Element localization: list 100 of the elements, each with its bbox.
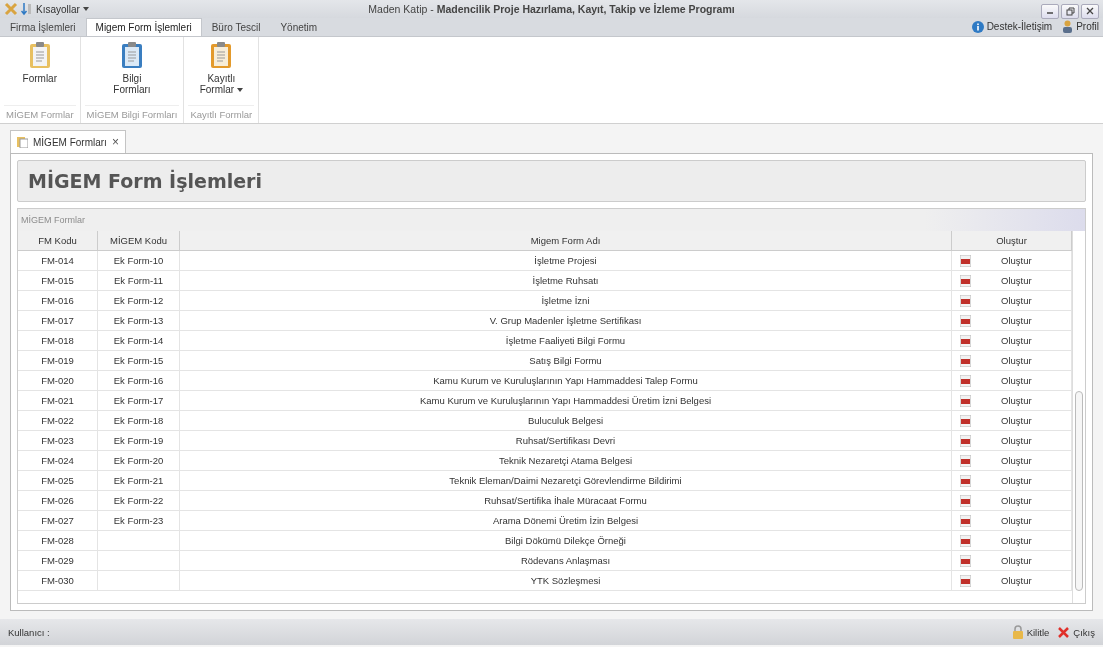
caret-icon xyxy=(237,88,244,93)
create-link[interactable]: Oluştur xyxy=(1001,375,1032,386)
ribbon-tab[interactable]: Firma İşlemleri xyxy=(0,18,86,36)
table-cell: FM-014 xyxy=(18,251,98,270)
table-cell: FM-021 xyxy=(18,391,98,410)
close-button[interactable] xyxy=(1081,3,1099,19)
create-link[interactable]: Oluştur xyxy=(1001,415,1032,426)
pdf-icon xyxy=(960,534,971,547)
table-cell: FM-023 xyxy=(18,431,98,450)
pdf-icon xyxy=(960,254,971,267)
clipboard-icon xyxy=(210,41,233,69)
table-cell: Ek Form-13 xyxy=(98,311,180,330)
create-link[interactable]: Oluştur xyxy=(1001,435,1032,446)
create-link[interactable]: Oluştur xyxy=(1001,395,1032,406)
ribbon-tab[interactable]: Yönetim xyxy=(270,18,328,36)
pdf-icon xyxy=(960,514,971,527)
column-header[interactable]: Migem Form Adı xyxy=(180,231,952,250)
group-caption: Kayıtlı Formlar xyxy=(188,105,255,123)
create-link[interactable]: Oluştur xyxy=(1001,575,1032,586)
close-tab-button[interactable]: × xyxy=(111,135,119,149)
table-cell: Rödevans Anlaşması xyxy=(180,551,952,570)
table-cell: FM-016 xyxy=(18,291,98,310)
document-icon xyxy=(17,136,28,148)
ribbon-tab[interactable]: Migem Form İşlemleri xyxy=(85,18,202,36)
table-cell: Bilgi Dökümü Dilekçe Örneği xyxy=(180,531,952,550)
table-cell: FM-029 xyxy=(18,551,98,570)
column-header[interactable]: MİGEM Kodu xyxy=(98,231,180,250)
pdf-icon xyxy=(960,454,971,467)
column-header[interactable]: Oluştur xyxy=(952,231,1072,250)
table-cell: Kamu Kurum ve Kuruluşlarının Yapı Hammaddesi Talep Formu xyxy=(180,371,952,390)
ribbon-button[interactable]: Formlar xyxy=(6,37,73,105)
profile-link[interactable]: Profil xyxy=(1076,21,1099,32)
info-icon xyxy=(971,20,984,33)
scrollbar[interactable] xyxy=(1072,231,1085,603)
table-cell: Ek Form-23 xyxy=(98,511,180,530)
table-cell: Buluculuk Belgesi xyxy=(180,411,952,430)
table-cell: FM-030 xyxy=(18,571,98,590)
support-link[interactable]: Destek-İletişim xyxy=(986,21,1053,32)
table-cell: Ek Form-12 xyxy=(98,291,180,310)
ribbon-button[interactable]: Kayıtlı Formlar xyxy=(188,37,255,105)
pdf-icon xyxy=(960,494,971,507)
page-title: MİGEM Form İşlemleri xyxy=(17,160,1086,202)
table-cell: İşletme Faaliyeti Bilgi Formu xyxy=(180,331,952,350)
pdf-icon xyxy=(960,474,971,487)
table-cell: Teknik Nezaretçi Atama Belgesi xyxy=(180,451,952,470)
table-cell: Ek Form-17 xyxy=(98,391,180,410)
document-tab[interactable]: MİGEM Formları × xyxy=(10,130,126,153)
table-cell: FM-017 xyxy=(18,311,98,330)
lock-button[interactable]: Kilitle xyxy=(1026,626,1050,638)
create-link[interactable]: Oluştur xyxy=(1001,535,1032,546)
ribbon-button[interactable]: Bilgi Formları xyxy=(98,37,165,105)
table-cell: Ek Form-16 xyxy=(98,371,180,390)
table-cell: Ruhsat/Sertifikası Devri xyxy=(180,431,952,450)
table-cell: Ek Form-10 xyxy=(98,251,180,270)
create-link[interactable]: Oluştur xyxy=(1001,475,1032,486)
create-link[interactable]: Oluştur xyxy=(1001,315,1032,326)
exit-button[interactable]: Çıkış xyxy=(1073,626,1095,638)
ribbon-tab[interactable]: Büro Tescil xyxy=(201,18,271,36)
create-link[interactable]: Oluştur xyxy=(1001,495,1032,506)
shortcuts-menu[interactable]: Kısayollar xyxy=(36,3,80,15)
clipboard-icon xyxy=(28,41,51,69)
table-cell: FM-026 xyxy=(18,491,98,510)
pdf-icon xyxy=(960,294,971,307)
pdf-icon xyxy=(960,434,971,447)
table-cell: FM-022 xyxy=(18,411,98,430)
lock-icon xyxy=(1011,625,1024,639)
user-label: Kullanıcı : xyxy=(8,626,50,638)
pdf-icon xyxy=(960,374,971,387)
create-link[interactable]: Oluştur xyxy=(1001,355,1032,366)
sort-icon[interactable] xyxy=(21,2,33,16)
table-cell: Arama Dönemi Üretim İzin Belgesi xyxy=(180,511,952,530)
pdf-icon xyxy=(960,334,971,347)
create-link[interactable]: Oluştur xyxy=(1001,295,1032,306)
table-cell: Ek Form-22 xyxy=(98,491,180,510)
minimize-button[interactable] xyxy=(1041,3,1059,19)
pdf-icon xyxy=(960,414,971,427)
create-link[interactable]: Oluştur xyxy=(1001,255,1032,266)
table-cell: İşletme İzni xyxy=(180,291,952,310)
create-link[interactable]: Oluştur xyxy=(1001,555,1032,566)
restore-button[interactable] xyxy=(1061,3,1079,19)
create-link[interactable]: Oluştur xyxy=(1001,455,1032,466)
column-header[interactable]: FM Kodu xyxy=(18,231,98,250)
create-link[interactable]: Oluştur xyxy=(1001,335,1032,346)
restore-icon xyxy=(1065,6,1075,16)
close-icon xyxy=(1057,625,1071,639)
create-link[interactable]: Oluştur xyxy=(1001,275,1032,286)
table-cell: Ek Form-21 xyxy=(98,471,180,490)
table-cell: YTK Sözleşmesi xyxy=(180,571,952,590)
pdf-icon xyxy=(960,274,971,287)
table-cell: FM-025 xyxy=(18,471,98,490)
pdf-icon xyxy=(960,574,971,587)
create-link[interactable]: Oluştur xyxy=(1001,515,1032,526)
caret-icon[interactable] xyxy=(82,7,89,11)
app-logo-icon xyxy=(4,2,18,16)
table-cell: FM-028 xyxy=(18,531,98,550)
table-cell: FM-024 xyxy=(18,451,98,470)
user-icon xyxy=(1062,20,1074,33)
pdf-icon xyxy=(960,354,971,367)
close-icon xyxy=(1086,7,1094,15)
table-cell: Satış Bilgi Formu xyxy=(180,351,952,370)
